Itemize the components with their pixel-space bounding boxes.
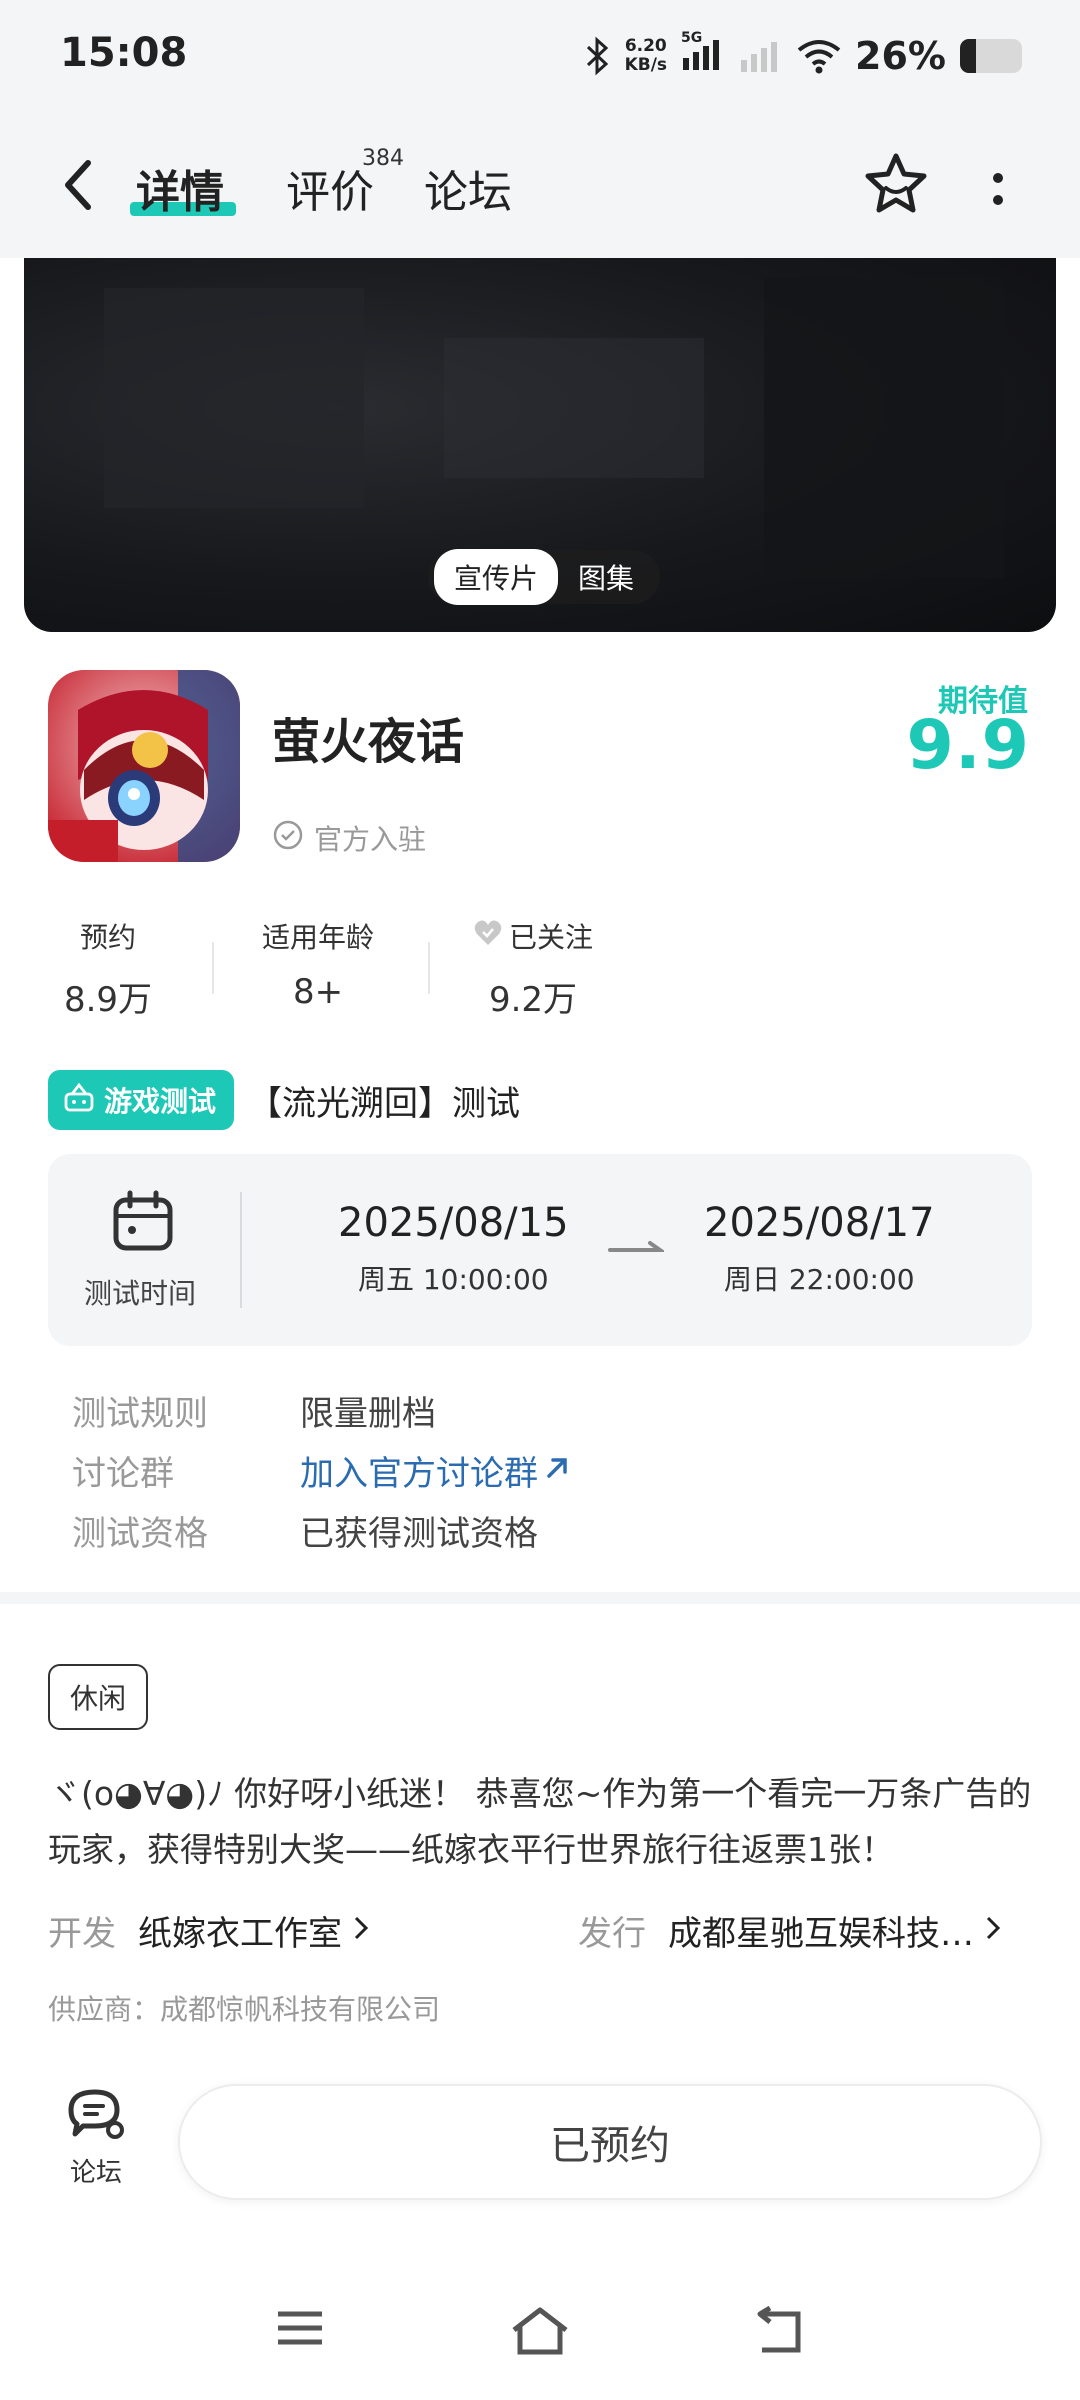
external-link-icon [544, 1450, 570, 1490]
official-label: 官方入驻 [314, 823, 427, 856]
chevron-right-icon [352, 1911, 370, 1951]
test-time-card: 测试时间 2025/08/15 周五 10:00:00 2025/08/17 周… [48, 1154, 1032, 1346]
pill-video[interactable]: 宣传片 [434, 549, 559, 605]
developer-name: 纸嫁衣工作室 [138, 1914, 342, 1954]
publisher-name: 成都星驰互娱科技… [668, 1914, 974, 1954]
status-time: 15:08 [60, 30, 188, 76]
publisher-key: 发行 [578, 1914, 646, 1954]
end-time: 周日 22:00:00 [723, 1263, 915, 1296]
stats-row: 预约 8.9万 适用年龄 8+ 已关注 9.2万 [48, 916, 648, 1020]
wifi-icon [797, 38, 841, 74]
info-row-rules: 测试规则 限量删档 [72, 1380, 570, 1440]
info-row-group: 讨论群 加入官方讨论群 [72, 1440, 570, 1500]
developer-link[interactable]: 纸嫁衣工作室 [138, 1906, 370, 1955]
arrow-right-icon [608, 1238, 667, 1258]
forum-label: 论坛 [69, 2158, 122, 2188]
network-type-label: 5G [681, 30, 703, 46]
supplier-text: 供应商：成都惊帆科技有限公司 [48, 1993, 441, 2026]
developer-key: 开发 [48, 1914, 116, 1954]
stat-followers[interactable]: 已关注 9.2万 [458, 916, 608, 1021]
developer-publisher-row: 开发 纸嫁衣工作室 发行 成都星驰互娱科技… [48, 1906, 1032, 1955]
stat-label: 适用年龄 [261, 921, 374, 954]
pill-gallery[interactable]: 图集 [558, 549, 654, 605]
test-time-label: 测试时间 [84, 1277, 197, 1310]
more-menu-icon[interactable] [978, 160, 1018, 220]
menu-icon[interactable] [274, 2306, 326, 2350]
end-date: 2025/08/17 [704, 1200, 935, 1246]
net-speed: 6.20 KB/s [625, 37, 667, 75]
stat-reservations: 预约 8.9万 [48, 916, 168, 1021]
info-row-eligibility: 测试资格 已获得测试资格 [72, 1500, 570, 1560]
reserved-button[interactable]: 已预约 [178, 2084, 1042, 2200]
info-key: 测试规则 [72, 1393, 208, 1434]
stat-value: 8.9万 [63, 980, 153, 1020]
favorite-star-icon[interactable] [862, 150, 930, 218]
join-group-link[interactable]: 加入官方讨论群 [300, 1446, 570, 1495]
signal-5g: 5G [681, 30, 725, 78]
official-badge: 官方入驻 [272, 818, 426, 858]
test-info-list: 测试规则 限量删档 讨论群 加入官方讨论群 测试资格 已获得测试资格 [72, 1380, 570, 1560]
home-icon[interactable] [510, 2306, 570, 2356]
test-event-row: 游戏测试 【流光溯回】测试 [48, 1070, 520, 1130]
join-group-label: 加入官方讨论群 [300, 1453, 538, 1494]
test-name: 【流光溯回】测试 [248, 1083, 521, 1124]
banner-scene-shape [764, 278, 1004, 578]
bottom-action-bar: 论坛 已预约 [0, 2066, 1080, 2246]
bluetooth-icon [585, 36, 611, 76]
stat-divider [212, 942, 214, 994]
net-speed-unit: KB/s [624, 55, 668, 75]
gamepad-icon [62, 1080, 96, 1121]
tab-detail[interactable]: 详情 [136, 156, 224, 220]
promo-banner[interactable]: 宣传片 图集 [24, 258, 1056, 632]
banner-scene-shape [444, 338, 704, 478]
card-divider [240, 1192, 242, 1308]
publisher-link[interactable]: 成都星驰互娱科技… [668, 1906, 1002, 1955]
expect-score: 9.9 [906, 706, 1030, 785]
status-icons: 6.20 KB/s 5G 26% [585, 28, 1022, 84]
calendar-icon [112, 1190, 174, 1252]
battery-fill [960, 39, 977, 73]
info-key: 测试资格 [72, 1513, 208, 1554]
test-badge-label: 游戏测试 [104, 1085, 217, 1118]
test-end: 2025/08/17 周日 22:00:00 [704, 1200, 935, 1298]
start-date: 2025/08/15 [338, 1200, 569, 1246]
banner-scene-shape [104, 288, 364, 508]
section-divider [0, 1592, 1080, 1604]
app-icon [48, 670, 240, 862]
battery-percent: 26% [855, 34, 946, 78]
test-start: 2025/08/15 周五 10:00:00 [338, 1200, 569, 1298]
back-arrow-icon[interactable] [54, 155, 104, 215]
battery-icon [960, 39, 1022, 73]
stat-value: 9.2万 [488, 980, 578, 1020]
tab-review[interactable]: 评价 [286, 156, 374, 220]
tab-forum[interactable]: 论坛 [424, 156, 512, 220]
net-speed-value: 6.20 [624, 36, 667, 56]
stat-value: 8+ [292, 972, 344, 1012]
forum-button[interactable]: 论坛 [56, 2086, 136, 2189]
game-description[interactable]: ヾ(o◕∀◕)ﾉ 你好呀小纸迷！ 恭喜您~作为第一个看完一万条广告的玩家，获得特… [48, 1766, 1038, 1878]
top-nav: 详情 评价 384 论坛 [0, 110, 1080, 258]
status-bar: 15:08 6.20 KB/s 5G 26% [0, 0, 1080, 110]
check-circle-icon [272, 819, 304, 858]
system-nav-bar [0, 2270, 1080, 2400]
stat-divider [428, 942, 430, 994]
banner-media-switch: 宣传片 图集 [428, 549, 661, 605]
chevron-right-icon [984, 1911, 1002, 1951]
heart-icon [473, 919, 503, 954]
back-nav-icon[interactable] [752, 2306, 806, 2356]
stat-label: 预约 [79, 921, 136, 954]
test-badge: 游戏测试 [48, 1070, 235, 1130]
genre-tag[interactable]: 休闲 [48, 1664, 149, 1730]
start-time: 周五 10:00:00 [357, 1263, 549, 1296]
forum-chat-icon [65, 2089, 127, 2146]
app-title: 萤火夜话 [272, 714, 465, 770]
info-value: 已获得测试资格 [300, 1513, 538, 1554]
stat-age[interactable]: 适用年龄 8+ [248, 916, 388, 1012]
info-key: 讨论群 [72, 1453, 174, 1494]
signal-weak-icon [739, 36, 783, 76]
info-value: 限量删档 [300, 1393, 436, 1434]
review-count-badge: 384 [362, 146, 404, 171]
stat-label: 已关注 [508, 921, 593, 954]
